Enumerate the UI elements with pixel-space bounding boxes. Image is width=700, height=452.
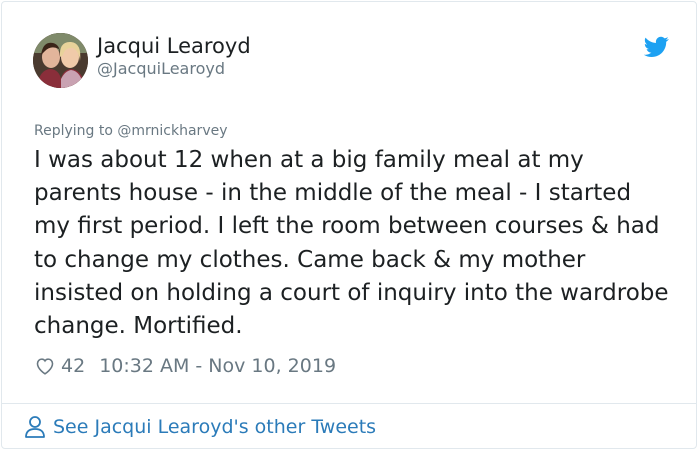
user-icon (25, 416, 45, 438)
heart-icon[interactable] (34, 355, 56, 377)
tweet-text: I was about 12 when at a big family meal… (34, 147, 669, 340)
reply-context: Replying to @mrnickharvey (34, 122, 228, 140)
avatar-photo (33, 33, 88, 88)
footer-divider (1, 403, 697, 404)
like-count[interactable]: 42 (61, 355, 85, 377)
tweet-timestamp[interactable]: 10:32 AM - Nov 10, 2019 (99, 355, 336, 377)
tweet-card: Jacqui Learoyd @JacquiLearoyd Replying t… (1, 1, 697, 449)
see-other-tweets-label[interactable]: See Jacqui Learoyd's other Tweets (53, 416, 376, 438)
see-other-tweets-link[interactable]: See Jacqui Learoyd's other Tweets (24, 414, 376, 440)
reply-prefix: Replying to (34, 123, 113, 139)
author-handle[interactable]: @JacquiLearoyd (97, 59, 225, 79)
twitter-bird-icon[interactable] (644, 36, 669, 58)
author-name[interactable]: Jacqui Learoyd (97, 33, 251, 59)
reply-mention-link[interactable]: @mrnickharvey (117, 123, 227, 139)
tweet-meta: 42 10:32 AM - Nov 10, 2019 (34, 353, 336, 379)
avatar[interactable] (33, 33, 88, 88)
